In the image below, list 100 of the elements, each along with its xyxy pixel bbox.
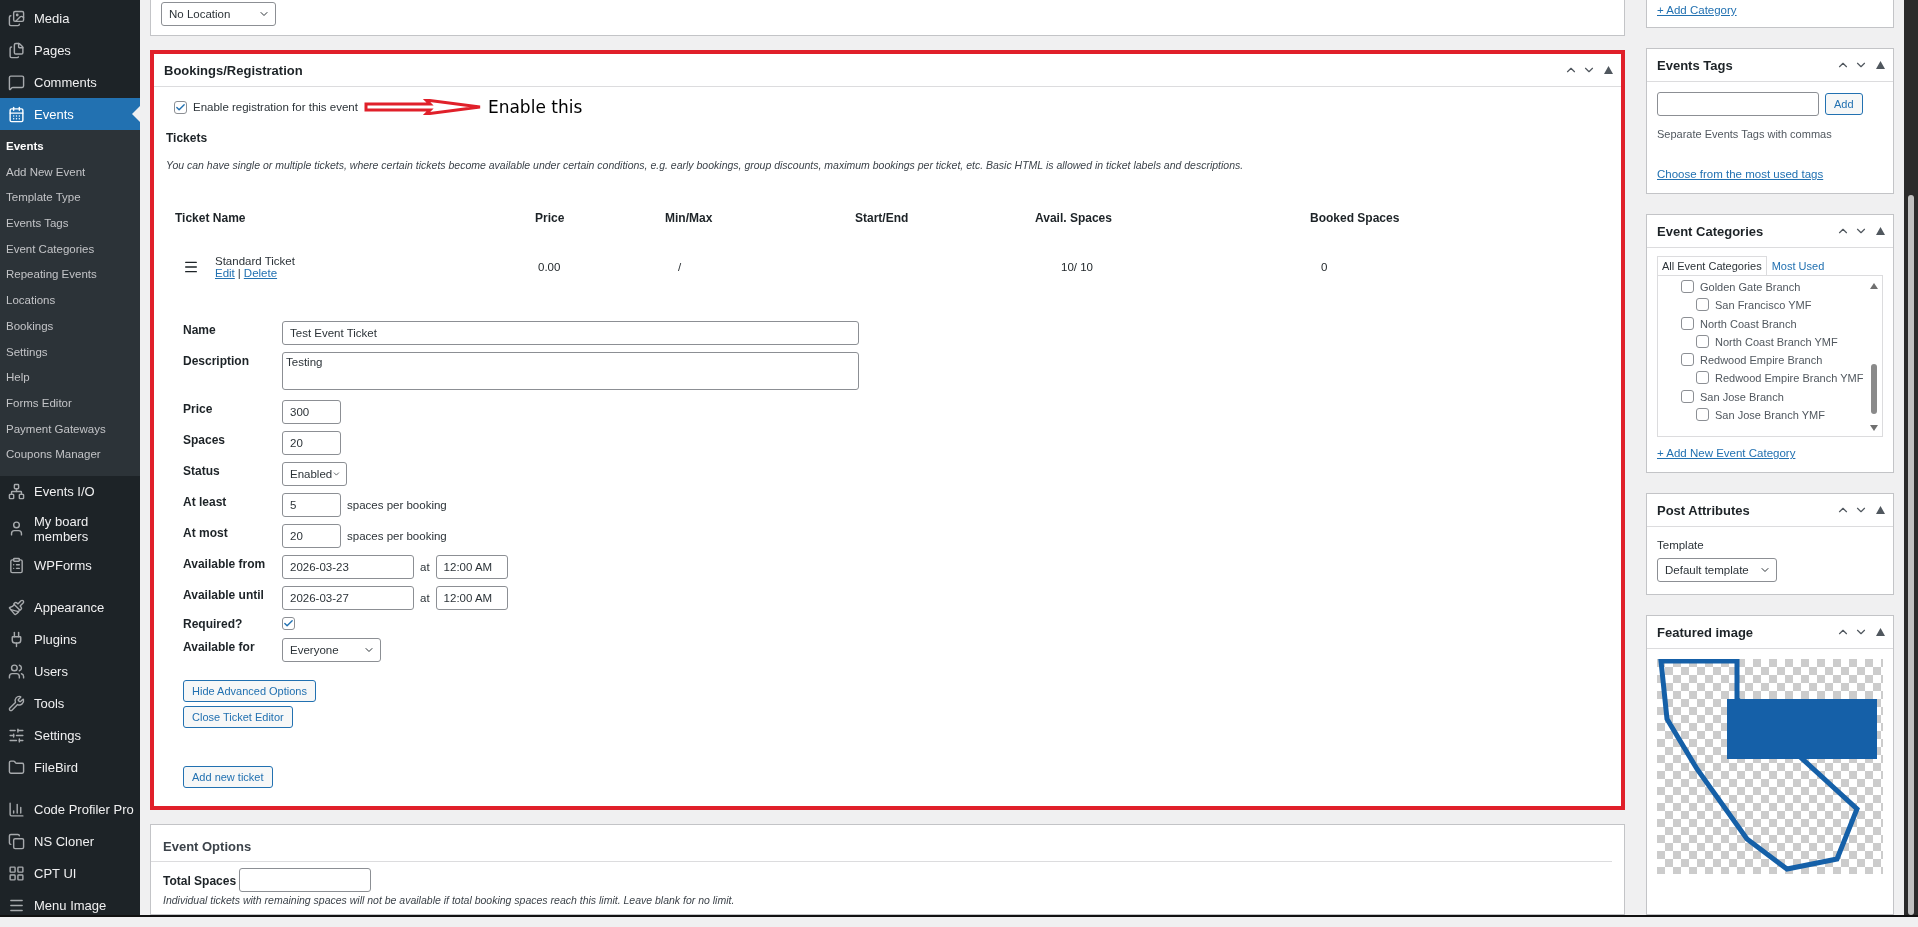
- menu-item[interactable]: Pages: [0, 34, 140, 66]
- number-input[interactable]: 20: [282, 431, 341, 455]
- most-used-tags-link[interactable]: Choose from the most used tags: [1657, 168, 1824, 180]
- select-dropdown[interactable]: Enabled: [282, 462, 347, 486]
- submenu-item[interactable]: Add New Event: [0, 161, 140, 188]
- column-header: Booked Spaces: [1309, 211, 1401, 225]
- menu-item[interactable]: Comments: [0, 66, 140, 98]
- template-select[interactable]: Default template: [1657, 558, 1777, 582]
- delete-link[interactable]: Delete: [243, 267, 278, 279]
- editor-button[interactable]: Hide Advanced Options: [183, 680, 316, 702]
- category-item[interactable]: San Jose Branch: [1664, 387, 1870, 407]
- category-checkbox[interactable]: [1696, 298, 1709, 312]
- collapse-triangle-icon[interactable]: [1876, 506, 1885, 514]
- date-input[interactable]: 2026-03-27: [282, 586, 414, 610]
- field-label: At least: [183, 494, 228, 509]
- menu-item[interactable]: CPT UI: [0, 857, 140, 890]
- menu-item[interactable]: Plugins: [0, 623, 140, 656]
- select-dropdown[interactable]: Everyone: [282, 638, 381, 662]
- column-header: Ticket Name: [174, 211, 247, 225]
- category-tab[interactable]: All Event Categories: [1657, 256, 1767, 275]
- add-ticket-button[interactable]: Add new ticket: [183, 766, 273, 788]
- submenu-item[interactable]: Payment Gateways: [0, 418, 140, 445]
- number-input[interactable]: 5: [282, 493, 341, 517]
- number-input[interactable]: 20: [282, 524, 341, 548]
- drag-handle-icon[interactable]: [183, 259, 199, 275]
- menu-icon: [6, 863, 26, 884]
- menu-item[interactable]: Events: [0, 98, 140, 130]
- menu-item[interactable]: Code Profiler Pro: [0, 793, 140, 826]
- menu-item[interactable]: Appearance: [0, 591, 140, 624]
- column-header: Avail. Spaces: [1034, 211, 1113, 225]
- number-input[interactable]: 300: [282, 400, 341, 424]
- menu-item[interactable]: My board members: [0, 507, 140, 550]
- submenu-item[interactable]: Coupons Manager: [0, 444, 140, 470]
- category-checkbox[interactable]: [1681, 316, 1694, 330]
- menu-icon: [6, 104, 26, 124]
- category-tab[interactable]: Most Used: [1766, 256, 1830, 275]
- collapse-triangle-icon[interactable]: [1876, 227, 1885, 235]
- textarea-input[interactable]: Testing: [282, 352, 859, 390]
- time-input[interactable]: 12:00 AM: [435, 586, 508, 610]
- date-input[interactable]: 2026-03-23: [282, 555, 414, 579]
- required-checkbox[interactable]: [282, 617, 295, 630]
- category-checkbox[interactable]: [1681, 353, 1694, 367]
- add-category-link[interactable]: + Add Category: [1657, 4, 1737, 16]
- category-checkbox[interactable]: [1696, 371, 1709, 385]
- category-item[interactable]: Golden Gate Branch: [1664, 278, 1870, 297]
- menu-item[interactable]: Settings: [0, 719, 140, 752]
- editor-button[interactable]: Close Ticket Editor: [183, 706, 293, 728]
- submenu-item[interactable]: Event Categories: [0, 238, 140, 265]
- scrollbar-thumb[interactable]: [1908, 195, 1914, 915]
- at-text: at: [420, 592, 430, 604]
- menu-item[interactable]: Media: [0, 2, 140, 34]
- category-checkbox[interactable]: [1696, 408, 1709, 422]
- table-cell-text: 0.00: [537, 260, 562, 273]
- submenu-item[interactable]: Repeating Events: [0, 264, 140, 291]
- submenu-item[interactable]: Template Type: [0, 187, 140, 214]
- menu-item[interactable]: NS Cloner: [0, 825, 140, 858]
- submenu-item[interactable]: Events: [0, 136, 140, 162]
- annotation-text: Enable this: [487, 97, 583, 117]
- submenu-item[interactable]: Settings: [0, 341, 140, 368]
- edit-link[interactable]: Edit: [215, 267, 235, 279]
- category-item[interactable]: Redwood Empire Branch YMF: [1664, 369, 1870, 388]
- help-text: You can have single or multiple tickets, where certain tickets become available under certain conditions, e.g. early bookings, group discounts, maximum bookings per ticket, etc. Basic HTML is allowed in ticket labels and descriptions.: [166, 159, 1245, 171]
- help-text: Individual tickets with remaining spaces will not be available if total booking spaces reach this limit. Leave blank for no limit.: [163, 894, 736, 906]
- location-select[interactable]: No Location: [161, 2, 276, 26]
- submenu-item[interactable]: Bookings: [0, 315, 140, 342]
- category-item[interactable]: Redwood Empire Branch: [1664, 351, 1870, 370]
- submenu-item[interactable]: Events Tags: [0, 213, 140, 239]
- tags-input[interactable]: [1657, 92, 1819, 116]
- add-category-link[interactable]: + Add New Event Category: [1657, 447, 1796, 459]
- category-item[interactable]: San Francisco YMF: [1664, 296, 1870, 315]
- collapse-triangle-icon[interactable]: [1604, 66, 1613, 74]
- field-label: At most: [183, 525, 229, 540]
- box-title: Events Tags: [1657, 57, 1733, 73]
- menu-item[interactable]: Events I/O: [0, 475, 140, 508]
- category-checkbox[interactable]: [1696, 334, 1709, 348]
- menu-item[interactable]: Tools: [0, 687, 140, 720]
- field-label: Spaces: [183, 432, 227, 447]
- submenu-item[interactable]: Forms Editor: [0, 392, 140, 419]
- menu-item[interactable]: WPForms: [0, 549, 140, 582]
- enable-checkbox[interactable]: [174, 100, 187, 114]
- category-item[interactable]: North Coast Branch YMF: [1664, 332, 1870, 352]
- menu-item[interactable]: Users: [0, 655, 140, 688]
- submenu-item[interactable]: Locations: [0, 290, 140, 316]
- total-spaces-input[interactable]: [239, 868, 372, 892]
- category-item[interactable]: North Coast Branch: [1664, 314, 1870, 333]
- menu-item[interactable]: FileBird: [0, 751, 140, 784]
- text-input[interactable]: Test Event Ticket: [282, 321, 859, 345]
- menu-item[interactable]: Menu Image: [0, 889, 140, 915]
- time-input[interactable]: 12:00 AM: [435, 555, 508, 579]
- submenu-item[interactable]: Help: [0, 367, 140, 393]
- category-item[interactable]: San Jose Branch YMF: [1664, 406, 1870, 425]
- collapse-triangle-icon[interactable]: [1876, 61, 1885, 69]
- menu-icon: [6, 72, 26, 92]
- add-tag-button[interactable]: Add: [1825, 93, 1863, 115]
- column-header: Min/Max: [664, 211, 714, 225]
- box-title: Event Categories: [1657, 223, 1764, 239]
- scrollbar-drawing[interactable]: [1870, 282, 1878, 432]
- category-checkbox[interactable]: [1681, 280, 1694, 293]
- collapse-triangle-icon[interactable]: [1876, 628, 1885, 636]
- category-checkbox[interactable]: [1681, 389, 1694, 403]
